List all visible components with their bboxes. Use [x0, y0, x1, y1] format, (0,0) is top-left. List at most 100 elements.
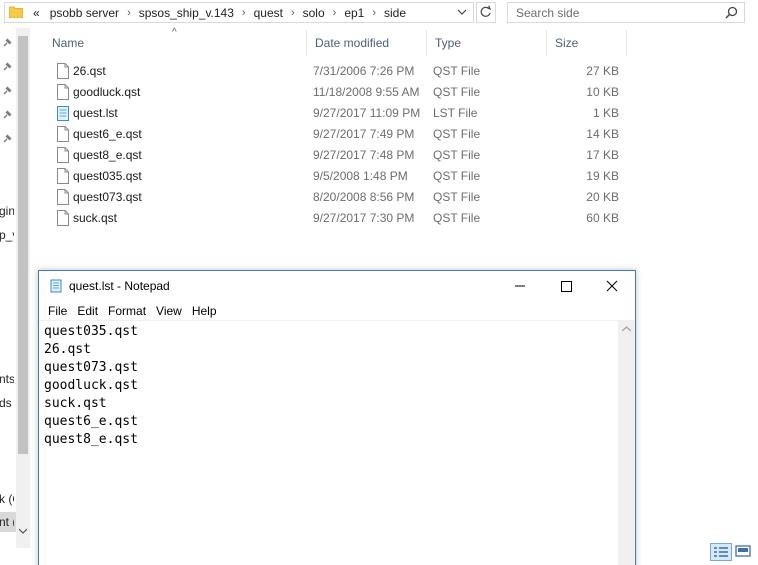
details-view-icon — [714, 547, 728, 557]
file-date-modified: 9/27/2017 7:49 PM — [313, 127, 415, 141]
notepad-vertical-scrollbar[interactable] — [618, 321, 635, 565]
file-name[interactable]: quest073.qst — [73, 190, 142, 204]
refresh-button[interactable] — [476, 2, 496, 23]
file-size: 14 KB — [586, 127, 619, 141]
menu-item-view[interactable]: View — [153, 301, 187, 320]
nav-item-label[interactable]: nts — [0, 372, 14, 386]
breadcrumb-item[interactable]: quest — [252, 6, 285, 20]
notepad-title-bar[interactable]: quest.lst - Notepad — [39, 271, 635, 301]
notepad-title: quest.lst - Notepad — [69, 279, 170, 293]
file-name[interactable]: quest8_e.qst — [73, 148, 142, 162]
menu-item-help[interactable]: Help — [189, 301, 222, 320]
text-line: quest073.qst — [44, 360, 138, 375]
column-header-row: ^ Name Date modified Type Size — [44, 27, 634, 56]
minimize-button[interactable] — [497, 271, 543, 301]
text-line: goodluck.qst — [44, 378, 138, 393]
file-type: QST File — [433, 169, 481, 183]
search-input[interactable]: Search side — [507, 2, 745, 23]
chevron-up-icon[interactable] — [622, 326, 631, 332]
column-header-name[interactable]: Name — [44, 30, 307, 56]
details-view-button[interactable] — [710, 543, 732, 561]
address-bar[interactable]: « psobb server › spsos_ship_v.143 › ques… — [4, 2, 474, 23]
breadcrumb-overflow[interactable]: « — [31, 6, 42, 20]
file-icon — [57, 210, 69, 226]
pin-icon[interactable] — [3, 134, 12, 143]
notepad-menu-bar: File Edit Format View Help — [39, 301, 635, 321]
file-size: 10 KB — [586, 85, 619, 99]
file-name[interactable]: quest035.qst — [73, 169, 142, 183]
file-icon — [57, 63, 69, 79]
file-row[interactable]: quest8_e.qst 9/27/2017 7:48 PM QST File 17 … — [44, 145, 634, 166]
breadcrumb-separator-icon[interactable]: › — [285, 7, 301, 19]
file-date-modified: 8/20/2008 8:56 PM — [313, 190, 415, 204]
text-line: quest035.qst — [44, 324, 138, 339]
chevron-down-icon[interactable] — [455, 5, 469, 19]
breadcrumb-separator-icon[interactable]: › — [121, 7, 137, 19]
file-row[interactable]: suck.qst 9/27/2017 7:30 PM QST File 60 KB — [44, 208, 634, 229]
maximize-icon — [561, 281, 572, 292]
file-row[interactable]: goodluck.qst 11/18/2008 9:55 AM QST File 10… — [44, 82, 634, 103]
pin-icon[interactable] — [3, 110, 12, 119]
nav-item-label[interactable]: nt ( — [0, 515, 14, 529]
pin-icon[interactable] — [3, 62, 12, 71]
file-row[interactable]: quest073.qst 8/20/2008 8:56 PM QST File 20 … — [44, 187, 634, 208]
column-header-date[interactable]: Date modified — [307, 30, 427, 56]
menu-item-edit[interactable]: Edit — [74, 301, 103, 320]
file-date-modified: 9/27/2017 7:48 PM — [313, 148, 415, 162]
column-header-type[interactable]: Type — [427, 30, 547, 56]
file-name[interactable]: suck.qst — [73, 211, 117, 225]
file-row[interactable]: 26.qst 7/31/2006 7:26 PM QST File 27 KB — [44, 61, 634, 82]
breadcrumb-separator-icon[interactable]: › — [366, 7, 382, 19]
file-name[interactable]: goodluck.qst — [73, 85, 140, 99]
breadcrumb-item[interactable]: psobb server — [48, 6, 121, 20]
file-date-modified: 7/31/2006 7:26 PM — [313, 64, 415, 78]
menu-item-format[interactable]: Format — [105, 301, 151, 320]
nav-scrollbar[interactable] — [16, 28, 30, 548]
file-size: 17 KB — [586, 148, 619, 162]
menu-item-file[interactable]: File — [45, 301, 72, 320]
close-button[interactable] — [589, 271, 635, 301]
navigation-pane: gin_ p_v nts ds k (C nt ( — [0, 28, 30, 548]
file-date-modified: 11/18/2008 9:55 AM — [313, 85, 420, 99]
file-name[interactable]: quest6_e.qst — [73, 127, 142, 141]
text-line: quest6_e.qst — [44, 414, 138, 429]
file-date-modified: 9/27/2017 11:09 PM — [313, 106, 421, 120]
search-icon[interactable] — [725, 6, 738, 19]
pin-icon[interactable] — [3, 86, 12, 95]
text-line: quest8_e.qst — [44, 432, 138, 447]
notepad-icon — [50, 279, 62, 293]
nav-item-label[interactable]: gin_ — [0, 204, 14, 218]
file-name[interactable]: quest.lst — [73, 106, 118, 120]
pin-icon[interactable] — [3, 38, 12, 47]
breadcrumb-separator-icon[interactable]: › — [236, 7, 252, 19]
notepad-window: quest.lst - Notepad File Edit Format View He… — [38, 270, 636, 565]
notepad-text-area[interactable]: quest035.qst 26.qst quest073.qst goodluck.q… — [39, 321, 619, 565]
file-size: 19 KB — [586, 169, 619, 183]
file-name[interactable]: 26.qst — [73, 64, 106, 78]
breadcrumb-item[interactable]: solo — [301, 6, 327, 20]
file-row[interactable]: quest6_e.qst 9/27/2017 7:49 PM QST File 14 … — [44, 124, 634, 145]
maximize-button[interactable] — [543, 271, 589, 301]
nav-item-label[interactable]: k (C — [0, 492, 14, 506]
file-icon — [57, 84, 69, 100]
nav-item-label[interactable]: ds — [0, 396, 14, 410]
column-header-size[interactable]: Size — [547, 30, 627, 56]
file-type: QST File — [433, 211, 481, 225]
text-line: 26.qst — [44, 342, 91, 357]
refresh-icon — [480, 5, 492, 17]
minimize-icon — [515, 285, 525, 287]
breadcrumb-separator-icon[interactable]: › — [327, 7, 343, 19]
large-icons-view-button[interactable] — [733, 543, 755, 561]
nav-item-label[interactable]: p_v — [0, 228, 14, 242]
chevron-down-icon[interactable] — [19, 528, 27, 534]
close-icon — [606, 280, 618, 292]
file-row[interactable]: quest035.qst 9/5/2008 1:48 PM QST File 19 K… — [44, 166, 634, 187]
breadcrumb-item[interactable]: spsos_ship_v.143 — [137, 6, 236, 20]
file-list: 26.qst 7/31/2006 7:26 PM QST File 27 KB good… — [44, 61, 634, 229]
nav-scrollbar-thumb[interactable] — [18, 36, 28, 454]
breadcrumb-item[interactable]: ep1 — [342, 6, 366, 20]
breadcrumb-item[interactable]: side — [382, 6, 408, 20]
file-size: 27 KB — [586, 64, 619, 78]
file-row[interactable]: quest.lst 9/27/2017 11:09 PM LST File 1 KB — [44, 103, 634, 124]
file-date-modified: 9/5/2008 1:48 PM — [313, 169, 408, 183]
